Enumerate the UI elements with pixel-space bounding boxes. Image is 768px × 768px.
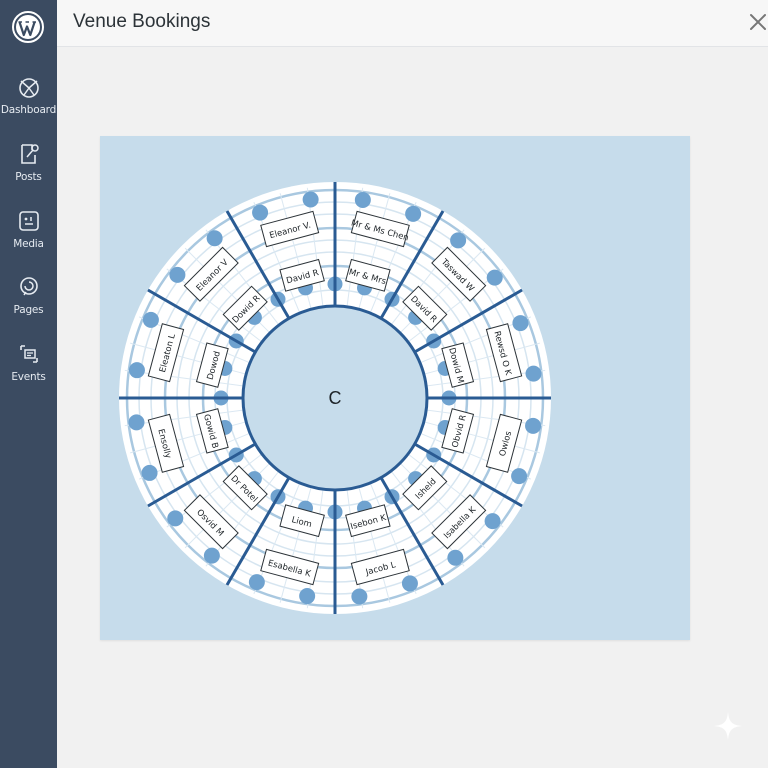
sidebar-item-pages[interactable]: Pages	[0, 274, 57, 330]
seat-dot[interactable]	[203, 547, 220, 564]
seat-dot[interactable]	[525, 417, 542, 434]
seat-dot[interactable]	[252, 204, 269, 221]
seat-dot[interactable]	[142, 311, 159, 328]
sidebar-item-label: Posts	[15, 171, 42, 183]
center-label: C	[329, 388, 342, 408]
seating-chart: CMr & MrsDavid RDowid MObvid RIsheldIseb…	[119, 182, 551, 614]
page-title: Venue Bookings	[73, 11, 211, 32]
seat-dot[interactable]	[512, 315, 529, 332]
wordpress-logo-icon[interactable]	[11, 10, 45, 44]
seat-dot[interactable]	[169, 266, 186, 283]
seat-dot[interactable]	[167, 510, 184, 527]
seat-dot[interactable]	[401, 575, 418, 592]
seat-dot[interactable]	[447, 549, 464, 566]
media-icon	[18, 211, 39, 231]
sidebar-item-label: Events	[11, 371, 46, 383]
seat-dot[interactable]	[128, 414, 145, 431]
sidebar-item-posts[interactable]: Posts	[0, 141, 57, 197]
seat-dot[interactable]	[302, 191, 319, 208]
sidebar-item-events[interactable]: Events	[0, 341, 57, 397]
dashboard-icon	[18, 78, 39, 98]
events-icon	[19, 345, 38, 363]
seat-dot[interactable]	[450, 232, 467, 249]
seat-dot[interactable]	[206, 230, 223, 247]
sidebar-item-media[interactable]: Media	[0, 208, 57, 264]
top-bar: Venue Bookings	[57, 0, 768, 47]
sidebar-item-dashboard[interactable]: Dashboard	[0, 74, 57, 130]
seat-dot[interactable]	[405, 205, 422, 222]
seat-dot[interactable]	[299, 588, 316, 605]
seat-dot[interactable]	[128, 362, 145, 379]
seat-dot[interactable]	[511, 468, 528, 485]
close-icon[interactable]	[748, 12, 768, 32]
seat-dot[interactable]	[354, 191, 371, 208]
pages-icon	[19, 277, 38, 296]
sidebar-item-label: Pages	[13, 304, 44, 316]
sidebar-item-label: Dashboard	[0, 104, 57, 116]
sparkle-icon	[714, 712, 742, 740]
seating-canvas: C Mr & Mrs David R Dowid M Obvid R Isheld Iseb…	[100, 136, 690, 640]
seat-dot[interactable]	[248, 574, 265, 591]
seat-dot[interactable]	[351, 588, 368, 605]
sidebar-item-label: Media	[13, 238, 44, 250]
seat-dot[interactable]	[141, 464, 158, 481]
seat-dot[interactable]	[525, 365, 542, 382]
posts-icon	[20, 144, 39, 164]
seat-dot[interactable]	[484, 513, 501, 530]
admin-sidebar: Dashboard Posts Media Pages Events	[0, 0, 57, 768]
seat-dot[interactable]	[486, 269, 503, 286]
